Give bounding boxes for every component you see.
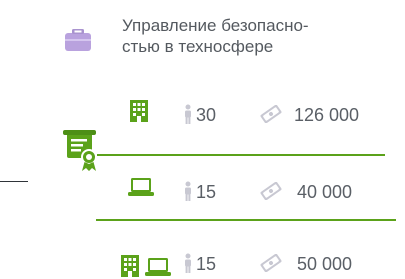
section-title: Управление безопасно- стью в техносфере bbox=[122, 15, 397, 58]
row-3-building-icon bbox=[120, 254, 140, 278]
row-3-people-count: 15 bbox=[196, 254, 217, 274]
row-1-divider bbox=[97, 154, 385, 156]
row-1-people-icon bbox=[183, 104, 193, 124]
title-line-1: Управление безопасно- bbox=[122, 16, 309, 35]
row-1-people-count: 30 bbox=[196, 105, 217, 125]
row-2-people-count: 15 bbox=[196, 182, 217, 202]
category-briefcase-icon bbox=[64, 28, 92, 52]
row-2-cost: 40 000 bbox=[297, 182, 353, 202]
row-2-divider bbox=[96, 219, 396, 221]
row-2-money-icon bbox=[259, 182, 283, 200]
left-connector-line bbox=[0, 181, 28, 182]
row-1-building-icon bbox=[129, 99, 149, 123]
certificate-icon bbox=[62, 128, 106, 172]
row-1-cost: 126 000 bbox=[294, 105, 360, 125]
row-3-laptop-icon bbox=[144, 257, 172, 279]
row-3-cost: 50 000 bbox=[297, 254, 353, 274]
row-3-people-icon bbox=[183, 253, 193, 273]
row-2-people-icon bbox=[183, 181, 193, 201]
row-3-money-icon bbox=[259, 254, 283, 272]
title-line-2: стью в техносфере bbox=[122, 37, 274, 57]
row-2-laptop-icon bbox=[127, 177, 155, 199]
row-1-money-icon bbox=[259, 105, 283, 123]
